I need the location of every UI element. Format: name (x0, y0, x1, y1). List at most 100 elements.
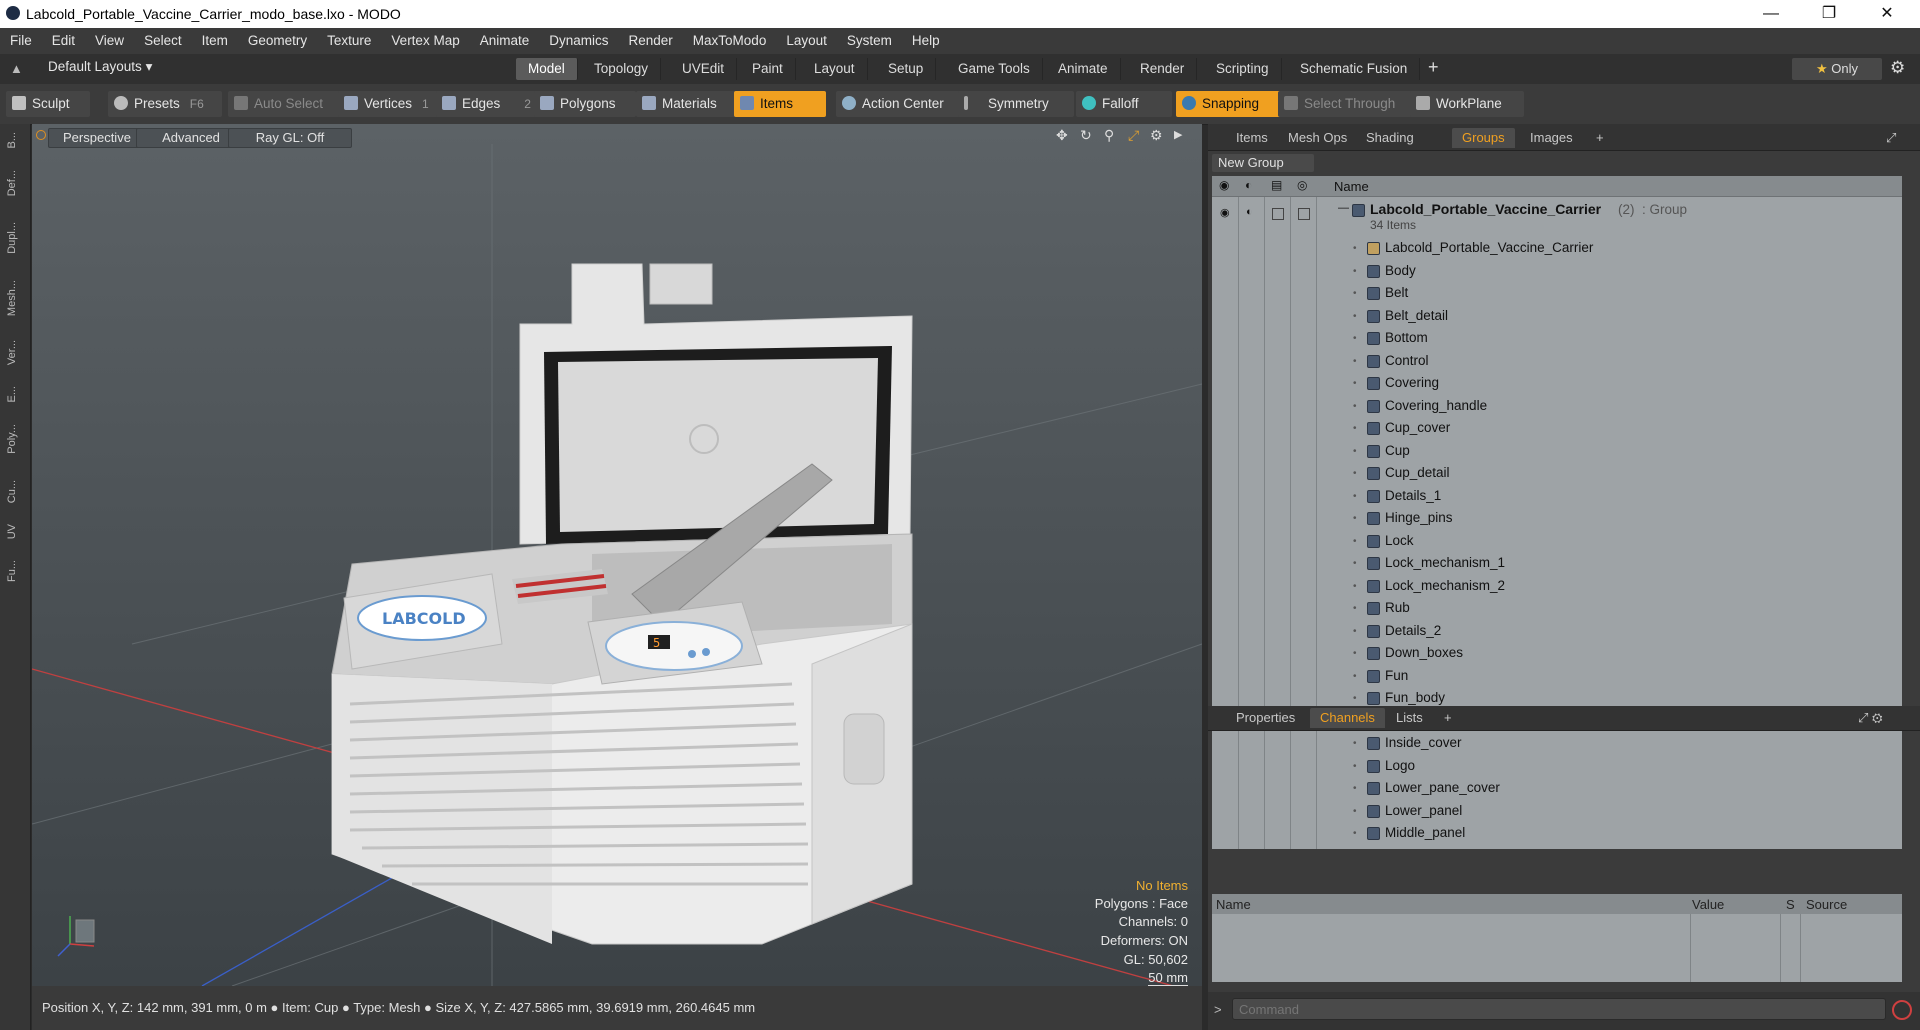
viewport-expand-icon[interactable]: ▶ (1174, 128, 1182, 141)
falloff-button[interactable]: Falloff (1076, 91, 1172, 117)
close-icon[interactable]: ✕ (1864, 2, 1910, 26)
list-item[interactable]: • Lock (1212, 530, 1902, 552)
tab-scripting[interactable]: Scripting (1204, 58, 1282, 80)
menu-render[interactable]: Render (619, 28, 683, 54)
tab-uvedit[interactable]: UVEdit (670, 58, 738, 80)
strip-tab-mesh[interactable]: Mesh... (6, 280, 24, 316)
list-item[interactable]: • Cup (1212, 440, 1902, 462)
lower-panel-expand-icon[interactable]: ⤢ ⚙ (1848, 708, 1893, 728)
strip-tab-vertex[interactable]: Ver... (6, 340, 24, 365)
add-tab-icon[interactable]: + (1428, 57, 1439, 78)
presets-button[interactable]: Presets F6 (108, 91, 222, 117)
render-icon[interactable]: ◐ (1245, 178, 1252, 192)
menu-vertex-map[interactable]: Vertex Map (381, 28, 469, 54)
menu-edit[interactable]: Edit (42, 28, 85, 54)
menu-animate[interactable]: Animate (470, 28, 540, 54)
collapse-toggle-icon[interactable]: — (1338, 202, 1349, 214)
viewport-settings-icon[interactable]: ⚙ (1150, 127, 1163, 144)
lock-icon[interactable]: ▤ (1271, 178, 1282, 192)
command-input[interactable] (1232, 998, 1886, 1020)
list-item[interactable]: • Logo (1212, 755, 1902, 777)
menu-dynamics[interactable]: Dynamics (539, 28, 618, 54)
tab-items[interactable]: Items (1226, 128, 1278, 148)
tab-render[interactable]: Render (1128, 58, 1198, 80)
sculpt-button[interactable]: Sculpt (6, 91, 90, 117)
list-item[interactable]: • Cup_cover (1212, 417, 1902, 439)
select-icon[interactable]: ◎ (1297, 178, 1307, 192)
list-item[interactable]: • Control (1212, 350, 1902, 372)
list-item[interactable]: • Body (1212, 260, 1902, 282)
tab-schematic-fusion[interactable]: Schematic Fusion (1288, 58, 1421, 80)
menu-texture[interactable]: Texture (317, 28, 381, 54)
menu-item[interactable]: Item (192, 28, 238, 54)
list-item[interactable]: • Down_boxes (1212, 642, 1902, 664)
list-item[interactable]: • Covering (1212, 372, 1902, 394)
list-item[interactable]: • Rub (1212, 597, 1902, 619)
eye-icon[interactable]: ◉ (1219, 178, 1229, 192)
tab-channels[interactable]: Channels (1310, 708, 1385, 728)
pan-icon[interactable]: ✥ (1056, 127, 1068, 144)
strip-tab-uv[interactable]: UV (6, 524, 24, 539)
tab-model[interactable]: Model (516, 58, 578, 80)
tab-images[interactable]: Images (1520, 128, 1583, 148)
strip-tab-polygon[interactable]: Poly... (6, 424, 24, 454)
list-item[interactable]: • Hinge_pins (1212, 507, 1902, 529)
group-row[interactable]: ◉ ◐ — Labcold_Portable_Vaccine_Carrier (… (1212, 200, 1902, 234)
3d-viewport[interactable]: LABCOLD 5 Perspective Advanced Ray GL: O… (32, 124, 1202, 986)
list-item[interactable]: • Lock_mechanism_1 (1212, 552, 1902, 574)
group-lock-checkbox[interactable] (1272, 208, 1284, 220)
new-group-button[interactable]: New Group (1212, 154, 1314, 172)
menu-maxtomodo[interactable]: MaxToModo (683, 28, 777, 54)
add-lower-tab-icon[interactable]: + (1434, 708, 1462, 728)
menu-layout[interactable]: Layout (776, 28, 837, 54)
fit-icon[interactable]: ⤢ (1128, 127, 1139, 144)
menu-system[interactable]: System (837, 28, 902, 54)
only-toggle[interactable]: ★ Only (1792, 58, 1882, 80)
strip-tab-curve[interactable]: Cu... (6, 480, 24, 503)
rotate-icon[interactable]: ↻ (1080, 127, 1092, 144)
ray-gl-button[interactable]: Ray GL: Off (228, 128, 352, 148)
add-panel-tab-icon[interactable]: + (1586, 128, 1614, 148)
menu-select[interactable]: Select (134, 28, 192, 54)
layouts-dropdown[interactable]: Default Layouts ▾ (48, 59, 152, 75)
list-item[interactable]: • Lock_mechanism_2 (1212, 575, 1902, 597)
minimize-icon[interactable]: — (1748, 2, 1794, 26)
menu-file[interactable]: File (0, 28, 42, 54)
list-item[interactable]: • Labcold_Portable_Vaccine_Carrier (1212, 237, 1902, 259)
list-item[interactable]: • Covering_handle (1212, 395, 1902, 417)
menu-view[interactable]: View (85, 28, 134, 54)
snapping-button[interactable]: Snapping (1176, 91, 1284, 117)
vertices-button[interactable]: Vertices 1 (338, 91, 442, 117)
tab-shading[interactable]: Shading (1356, 128, 1424, 148)
list-item[interactable]: • Lower_panel (1212, 800, 1902, 822)
group-select-checkbox[interactable] (1298, 208, 1310, 220)
zoom-icon[interactable]: ⚲ (1104, 127, 1114, 144)
tab-lists[interactable]: Lists (1386, 708, 1433, 728)
list-item[interactable]: • Belt_detail (1212, 305, 1902, 327)
workplane-button[interactable]: WorkPlane (1410, 91, 1524, 117)
strip-tab-duplicate[interactable]: Dupl... (6, 222, 24, 254)
materials-button[interactable]: Materials (636, 91, 736, 117)
tab-groups[interactable]: Groups (1452, 128, 1515, 148)
menu-geometry[interactable]: Geometry (238, 28, 317, 54)
list-item[interactable]: • Middle_panel (1212, 822, 1902, 844)
tab-properties[interactable]: Properties (1226, 708, 1305, 728)
list-item[interactable]: • Details_2 (1212, 620, 1902, 642)
panel-expand-icon[interactable]: ⤢ (1876, 128, 1906, 148)
list-item[interactable]: • Fun (1212, 665, 1902, 687)
list-item[interactable]: • Bottom (1212, 327, 1902, 349)
tab-paint[interactable]: Paint (740, 58, 796, 80)
tab-mesh-ops[interactable]: Mesh Ops (1278, 128, 1357, 148)
polygons-button[interactable]: Polygons (534, 91, 636, 117)
collapse-icon[interactable]: ▲ (10, 61, 23, 76)
gear-icon[interactable]: ⚙ (1890, 58, 1905, 78)
strip-tab-deform[interactable]: Def... (6, 170, 24, 196)
select-through-button[interactable]: Select Through (1278, 91, 1416, 117)
maximize-icon[interactable]: ❐ (1806, 2, 1852, 26)
list-item[interactable]: • Belt (1212, 282, 1902, 304)
menu-help[interactable]: Help (902, 28, 950, 54)
tab-topology[interactable]: Topology (582, 58, 662, 80)
group-render-icon[interactable]: ◐ (1246, 206, 1253, 218)
tab-game-tools[interactable]: Game Tools (946, 58, 1043, 80)
strip-tab-basic[interactable]: B... (6, 132, 24, 149)
